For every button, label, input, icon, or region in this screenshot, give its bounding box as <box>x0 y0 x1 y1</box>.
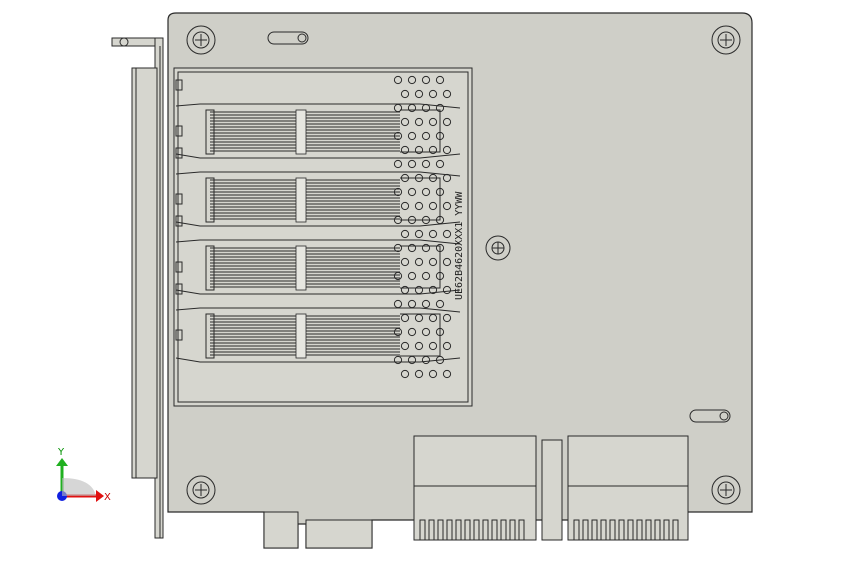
axis-label-y: Y <box>57 447 65 458</box>
pcb-drawing[interactable]: UE62B4620XXX1 YYWW X Y <box>0 0 867 562</box>
axis-label-x: X <box>104 492 111 503</box>
sfp-cage <box>173 67 473 407</box>
cad-viewport[interactable]: UE62B4620XXX1 YYWW X Y <box>0 0 867 562</box>
part-marking-label: UE62B4620XXX1 YYWW <box>454 191 465 300</box>
axis-triad: X Y <box>56 447 111 503</box>
mounting-bracket <box>111 37 164 539</box>
bottom-connectors <box>413 435 689 541</box>
